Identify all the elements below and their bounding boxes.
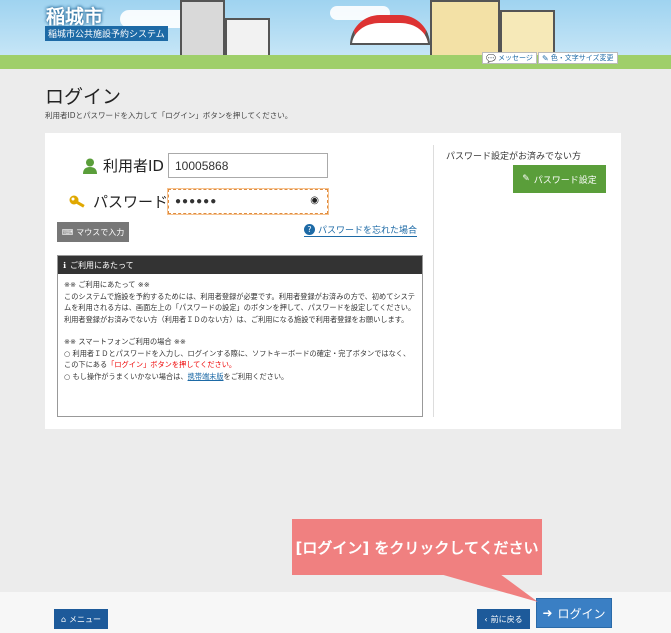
building-image	[225, 18, 270, 58]
notice-header: ℹ ご利用にあたって	[58, 256, 422, 274]
user-id-input[interactable]: 10005868	[168, 153, 328, 178]
tooltip-tail	[440, 574, 538, 602]
instruction-tooltip: [ログイン] をクリックしてください	[292, 519, 542, 575]
home-icon: ⌂	[60, 614, 67, 624]
user-id-label-text: 利用者ID	[103, 157, 164, 175]
password-setup-label: パスワード設定	[533, 175, 597, 186]
password-label: パスワード	[69, 191, 168, 212]
style-change-link[interactable]: ✎ 色・文字サイズ変更	[538, 52, 618, 64]
sign-in-icon: ➜	[542, 606, 553, 620]
notice-body: ※※ ご利用にあたって ※※ このシステムで施設を予約するためには、利用者登録が…	[58, 274, 422, 387]
page-title: ログイン	[45, 86, 122, 108]
building-image	[180, 0, 225, 58]
password-value: ●●●●●●	[175, 196, 218, 207]
notice-text: をご利用ください。	[223, 371, 289, 381]
message-link[interactable]: 💬 メッセージ	[482, 52, 537, 64]
eye-icon[interactable]: ◉	[310, 195, 319, 206]
question-icon: ?	[304, 224, 315, 235]
mouse-input-label: マウスで入力	[76, 227, 125, 237]
notice-line: ○ もし操作がうまくいかない場合は、携帯端末版をご利用ください。	[64, 371, 416, 383]
password-setup-button[interactable]: ✎ パスワード設定	[513, 165, 606, 193]
notice-line: ※※ スマートフォンご利用の場合 ※※	[64, 337, 186, 346]
pencil-icon: ✎	[542, 53, 549, 63]
message-link-label: メッセージ	[497, 54, 533, 62]
back-button-label: 前に戻る	[490, 614, 523, 624]
building-image	[430, 0, 500, 60]
login-button[interactable]: ➜ ログイン	[536, 598, 612, 628]
user-id-label: 利用者ID	[83, 155, 164, 176]
page-description: 利用者IDとパスワードを入力して「ログイン」ボタンを押してください。	[45, 111, 293, 120]
info-icon: ℹ	[63, 260, 67, 270]
site-subtitle: 稲城市公共施設予約システム	[45, 26, 168, 41]
mobile-version-link[interactable]: 携帯端末版	[188, 372, 224, 381]
notice-box: ℹ ご利用にあたって ※※ ご利用にあたって ※※ このシステムで施設を予約する…	[57, 255, 423, 417]
notice-spacer	[64, 325, 416, 336]
message-icon: 💬	[486, 53, 496, 63]
login-button-label: ログイン	[557, 606, 606, 621]
key-icon	[69, 195, 85, 208]
panel-divider	[433, 145, 434, 417]
notice-line: 利用者登録がお済みでない方（利用者ＩＤのない方）は、ご利用になる施設で利用者登録…	[64, 314, 409, 324]
tooltip-text: [ログイン] をクリックしてください	[295, 538, 539, 557]
site-title: 稲城市	[46, 6, 104, 28]
notice-warning: 「ログイン」ボタンを押してください。	[107, 360, 237, 369]
notice-line: このシステムで施設を予約するためには、利用者登録が必要です。利用者登録がお済みの…	[64, 291, 416, 313]
forgot-password-link[interactable]: ? パスワードを忘れた場合	[304, 223, 418, 237]
notice-text: ○ もし操作がうまくいかない場合は、	[64, 371, 188, 381]
header-banner: 稲城市 稲城市公共施設予約システム 💬 メッセージ ✎ 色・文字サイズ変更	[0, 0, 671, 69]
back-button[interactable]: ‹ 前に戻る	[477, 609, 530, 629]
style-change-label: 色・文字サイズ変更	[550, 54, 614, 62]
user-icon	[83, 158, 97, 174]
no-password-text: パスワード設定がお済みでない方	[446, 152, 582, 162]
password-input[interactable]: ●●●●●● ◉	[168, 189, 328, 214]
pencil-icon: ✎	[522, 174, 530, 184]
keyboard-icon: ⌨	[61, 227, 74, 237]
menu-button-label: メニュー	[69, 614, 102, 624]
forgot-password-label: パスワードを忘れた場合	[318, 226, 418, 236]
mouse-input-button[interactable]: ⌨ マウスで入力	[57, 222, 129, 242]
user-id-value: 10005868	[175, 158, 229, 173]
menu-button[interactable]: ⌂ メニュー	[54, 609, 108, 629]
notice-heading: ご利用にあたって	[70, 260, 134, 270]
notice-line: ○ 利用者ＩＤとパスワードを入力し、ログインする際に、ソフトキーボードの確定・完…	[64, 348, 416, 371]
notice-line: ※※ ご利用にあたって ※※	[64, 280, 150, 289]
password-label-text: パスワード	[93, 193, 169, 211]
chevron-left-icon: ‹	[484, 614, 488, 624]
